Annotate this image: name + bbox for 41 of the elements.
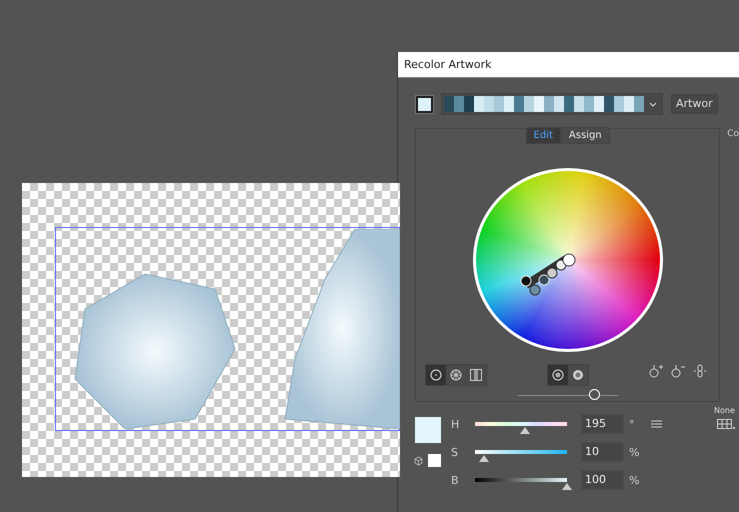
channel-label: S	[451, 446, 459, 458]
color-group-dropdown[interactable]	[441, 93, 663, 115]
tab[interactable]: Edit	[526, 127, 561, 144]
segmented-wheel-icon	[450, 369, 462, 381]
channel-label: H	[451, 418, 460, 430]
cube-icon[interactable]	[414, 456, 423, 466]
link-icon[interactable]	[692, 364, 707, 378]
chevron-down-icon	[649, 102, 657, 106]
remove-color-icon[interactable]	[670, 364, 685, 378]
slider-handle[interactable]	[588, 389, 600, 400]
display-toggle-button[interactable]	[548, 365, 568, 385]
color-bars-icon	[470, 369, 482, 381]
artwork-field[interactable]: Artwor	[671, 94, 718, 114]
value-field[interactable]: 100	[581, 470, 624, 490]
stroke-swatch[interactable]	[428, 454, 441, 467]
value-field[interactable]: 195	[581, 414, 624, 434]
grid-icon[interactable]	[716, 419, 735, 430]
add-color-icon[interactable]	[648, 364, 663, 378]
fill-swatch[interactable]	[415, 417, 441, 443]
slider-thumb[interactable]	[479, 455, 490, 462]
menu-icon[interactable]	[651, 420, 662, 428]
dot-icon	[572, 369, 584, 381]
wheel-mode-button[interactable]	[446, 365, 466, 385]
channel-label: B	[451, 474, 460, 486]
unit-label: %	[629, 446, 640, 458]
none-label: None	[714, 406, 735, 415]
wheel-mode-button[interactable]	[426, 365, 446, 385]
wheel-mode-button[interactable]	[466, 365, 486, 385]
value-field[interactable]: 10	[581, 442, 624, 462]
display-toggle-button[interactable]	[568, 365, 588, 385]
column-header: Co	[727, 128, 739, 141]
unit-label: °	[629, 418, 636, 430]
slider-thumb[interactable]	[520, 427, 530, 434]
color-swatch[interactable]	[416, 96, 433, 112]
wheel-slider-track[interactable]	[518, 389, 618, 401]
circle-icon	[430, 369, 442, 381]
unit-label: %	[629, 474, 640, 486]
target-icon	[552, 369, 564, 381]
dialog-title: Recolor Artwork	[398, 52, 739, 78]
tab[interactable]: Assign	[560, 127, 610, 144]
slider-thumb[interactable]	[562, 483, 572, 490]
